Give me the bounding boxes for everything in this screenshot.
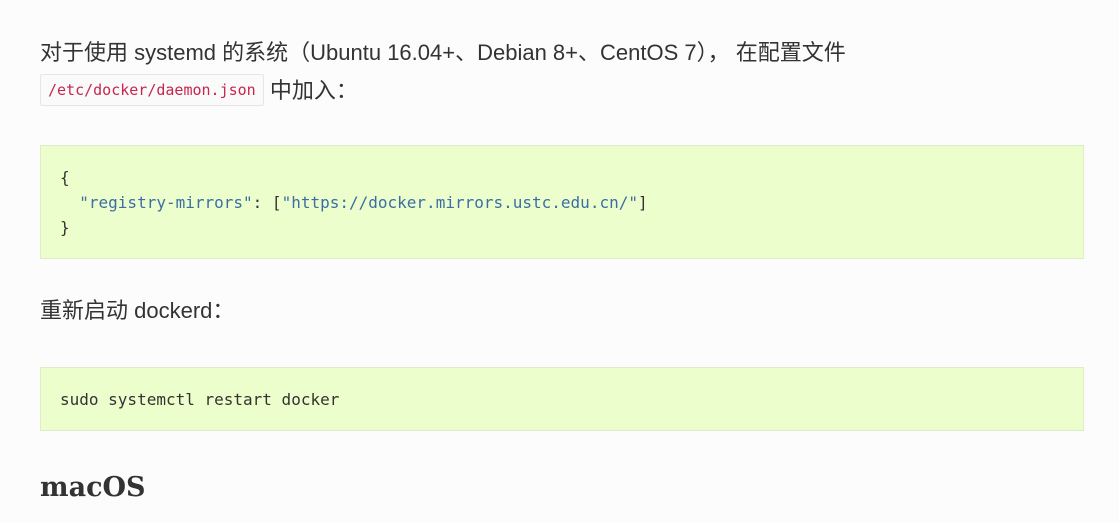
intro-paragraph: 对于使用 systemd 的系统（Ubuntu 16.04+、Debian 8+… bbox=[40, 34, 1084, 110]
code-key-registry-mirrors: "registry-mirrors" bbox=[79, 193, 253, 212]
intro-text: 对于使用 systemd 的系统（Ubuntu 16.04+、Debian 8+… bbox=[40, 40, 846, 65]
code-mirror-url: "https://docker.mirrors.ustc.edu.cn/" bbox=[281, 193, 638, 212]
restart-command-code-block[interactable]: sudo systemctl restart docker bbox=[40, 367, 1084, 431]
config-path-code: /etc/docker/daemon.json bbox=[40, 74, 264, 107]
code-close-brace: } bbox=[60, 218, 70, 237]
code-close-bracket: ] bbox=[637, 193, 648, 212]
daemon-json-code-block[interactable]: { "registry-mirrors": ["https://docker.m… bbox=[40, 145, 1084, 259]
restart-command: sudo systemctl restart docker bbox=[60, 390, 340, 409]
macos-heading: macOS bbox=[40, 472, 146, 503]
code-open-brace: { bbox=[60, 168, 70, 187]
intro-text-after: 中加入： bbox=[263, 78, 358, 103]
restart-paragraph: 重新启动 dockerd： bbox=[40, 298, 235, 323]
code-colon-bracket: : [ bbox=[252, 193, 282, 212]
